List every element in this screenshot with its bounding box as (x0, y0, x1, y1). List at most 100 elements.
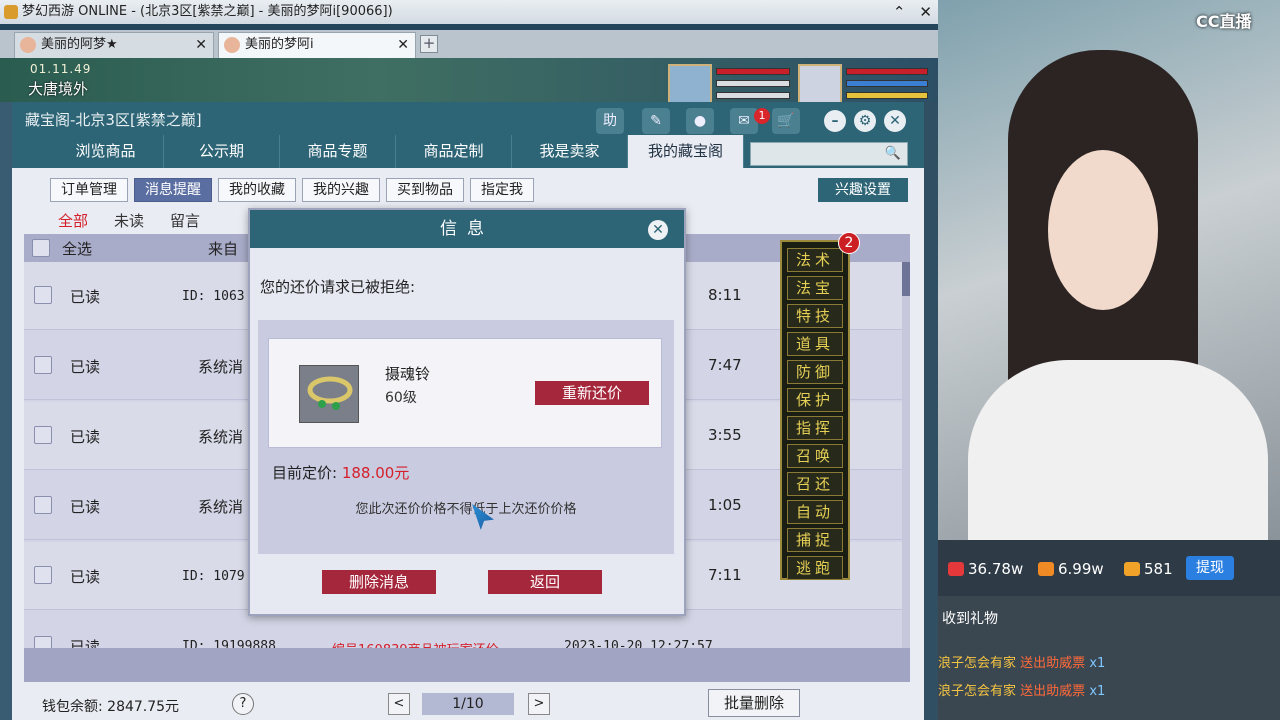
item-level: 60级 (385, 390, 417, 406)
fans-value: 6.99w (1058, 560, 1104, 578)
row-time: 3:55 (708, 426, 742, 444)
gift-action: 送出助威票 (1020, 684, 1086, 699)
stream-stats: 36.78w 6.99w 581 提现 (938, 540, 1280, 596)
subtab-interests[interactable]: 我的兴趣 (302, 178, 380, 202)
skill-capture[interactable]: 捕捉 (787, 528, 843, 552)
close-tab-icon[interactable]: ✕ (195, 33, 207, 57)
next-page-button[interactable]: > (528, 693, 550, 715)
close-tab-icon[interactable]: ✕ (397, 33, 409, 57)
main-tabs: 浏览商品 公示期 商品专题 商品定制 我是卖家 我的藏宝阁 (48, 135, 744, 168)
delete-message-button[interactable]: 删除消息 (322, 570, 436, 594)
skill-protect[interactable]: 保护 (787, 388, 843, 412)
close-window-icon[interactable]: ✕ (919, 0, 932, 24)
minimize-icon[interactable]: – (824, 110, 846, 132)
gift-value: 581 (1144, 560, 1173, 578)
back-button[interactable]: 返回 (488, 570, 602, 594)
game-tab-2[interactable]: 美丽的梦阿i ✕ (218, 32, 416, 58)
skill-summon[interactable]: 召唤 (787, 444, 843, 468)
recounter-button[interactable]: 重新还价 (535, 381, 649, 405)
dialog-panel: 摄魂铃 60级 重新还价 目前定价: 188.00元 您此次还价价格不得低于上次… (258, 320, 674, 554)
heat-value: 36.78w (968, 560, 1024, 578)
table-scrollbar[interactable] (902, 262, 910, 648)
game-tab-bar: 美丽的阿梦★ ✕ 美丽的梦阿i ✕ + (0, 30, 938, 58)
flame-icon (948, 562, 964, 576)
gifts-title: 收到礼物 (942, 611, 998, 627)
pet-portrait[interactable] (798, 64, 842, 104)
skill-defend[interactable]: 防御 (787, 360, 843, 384)
filter-comments[interactable]: 留言 (170, 210, 200, 231)
skill-special[interactable]: 特技 (787, 304, 843, 328)
row-from: 系统消 (198, 498, 244, 516)
help-button[interactable]: 助 (596, 108, 624, 134)
skill-command[interactable]: 指挥 (787, 416, 843, 440)
subtab-messages[interactable]: 消息提醒 (134, 178, 212, 202)
avatar-icon (20, 37, 36, 53)
select-all-checkbox[interactable] (32, 239, 50, 257)
window-controls: ⌃ ✕ (893, 0, 932, 24)
close-dialog-icon[interactable]: ✕ (648, 220, 668, 240)
interest-settings-button[interactable]: 兴趣设置 (818, 178, 908, 202)
tab-seller[interactable]: 我是卖家 (512, 135, 628, 168)
row-checkbox[interactable] (34, 566, 52, 584)
batch-delete-button[interactable]: 批量删除 (708, 689, 800, 717)
filter-unread[interactable]: 未读 (114, 210, 144, 231)
app-icon (4, 5, 18, 19)
gift-line: 浪子怎会有家 送出助威票 x1 (938, 680, 1105, 699)
row-checkbox[interactable] (34, 426, 52, 444)
add-tab-icon[interactable]: + (420, 35, 438, 53)
gift-stat: 581 (1124, 560, 1173, 578)
streamer-body (968, 360, 1268, 540)
row-checkbox[interactable] (34, 496, 52, 514)
subtab-orders[interactable]: 订单管理 (50, 178, 128, 202)
subtab-favorites[interactable]: 我的收藏 (218, 178, 296, 202)
tab-custom[interactable]: 商品定制 (396, 135, 512, 168)
skill-recall[interactable]: 召还 (787, 472, 843, 496)
table-row[interactable]: 已读 ID: 19199888 编号160839商品被玩家还价 2023-10-… (24, 612, 902, 648)
edit-icon[interactable]: ✎ (642, 108, 670, 134)
subtab-assigned[interactable]: 指定我 (470, 178, 534, 202)
pet-exp-bar (846, 92, 928, 99)
gift-line: 浪子怎会有家 送出助威票 x1 (938, 652, 1105, 671)
skill-treasure[interactable]: 法宝 (787, 276, 843, 300)
skill-magic[interactable]: 法术 (787, 248, 843, 272)
message-filters: 全部 未读 留言 (58, 210, 200, 231)
row-status: 已读 (70, 358, 101, 376)
skill-auto[interactable]: 自动 (787, 500, 843, 524)
filter-all[interactable]: 全部 (58, 210, 88, 231)
minimize-icon[interactable]: ⌃ (893, 0, 906, 24)
sub-tabs: 订单管理 消息提醒 我的收藏 我的兴趣 买到物品 指定我 (50, 178, 534, 202)
subtab-bought[interactable]: 买到物品 (386, 178, 464, 202)
cbg-title: 藏宝阁-北京3区[紫禁之巅] (25, 111, 202, 129)
row-from: ID: 1079 (182, 569, 245, 584)
row-checkbox[interactable] (34, 636, 52, 648)
skill-escape[interactable]: 逃跑 (787, 556, 843, 580)
record-icon[interactable]: ● (686, 108, 714, 134)
row-time: 1:05 (708, 496, 742, 514)
scrollbar-thumb[interactable] (902, 262, 910, 296)
tab-topics[interactable]: 商品专题 (280, 135, 396, 168)
help-icon[interactable]: ? (232, 693, 254, 715)
search-icon[interactable]: 🔍 (885, 146, 901, 161)
row-checkbox[interactable] (34, 286, 52, 304)
close-icon[interactable]: ✕ (884, 110, 906, 132)
search-input[interactable]: 🔍 (750, 142, 908, 166)
withdraw-button[interactable]: 提现 (1186, 556, 1234, 580)
tab-browse[interactable]: 浏览商品 (48, 135, 164, 168)
game-tab-label: 美丽的阿梦★ (41, 37, 118, 52)
avatar-icon (224, 37, 240, 53)
tab-my-cbg[interactable]: 我的藏宝阁 (628, 135, 744, 168)
game-tab-1[interactable]: 美丽的阿梦★ ✕ (14, 32, 214, 58)
select-all-label: 全选 (62, 240, 93, 258)
character-portrait[interactable] (668, 64, 712, 104)
prev-page-button[interactable]: < (388, 693, 410, 715)
ring-item-icon[interactable] (299, 365, 359, 423)
game-scene-left (0, 102, 12, 720)
row-from: ID: 1063 (182, 289, 245, 304)
item-card: 摄魂铃 60级 重新还价 (268, 338, 662, 448)
settings-icon[interactable]: ⚙ (854, 110, 876, 132)
tab-public[interactable]: 公示期 (164, 135, 280, 168)
row-checkbox[interactable] (34, 356, 52, 374)
cart-icon[interactable]: 🛒 (772, 108, 800, 134)
fans-stat: 6.99w (1038, 560, 1104, 578)
skill-item[interactable]: 道具 (787, 332, 843, 356)
